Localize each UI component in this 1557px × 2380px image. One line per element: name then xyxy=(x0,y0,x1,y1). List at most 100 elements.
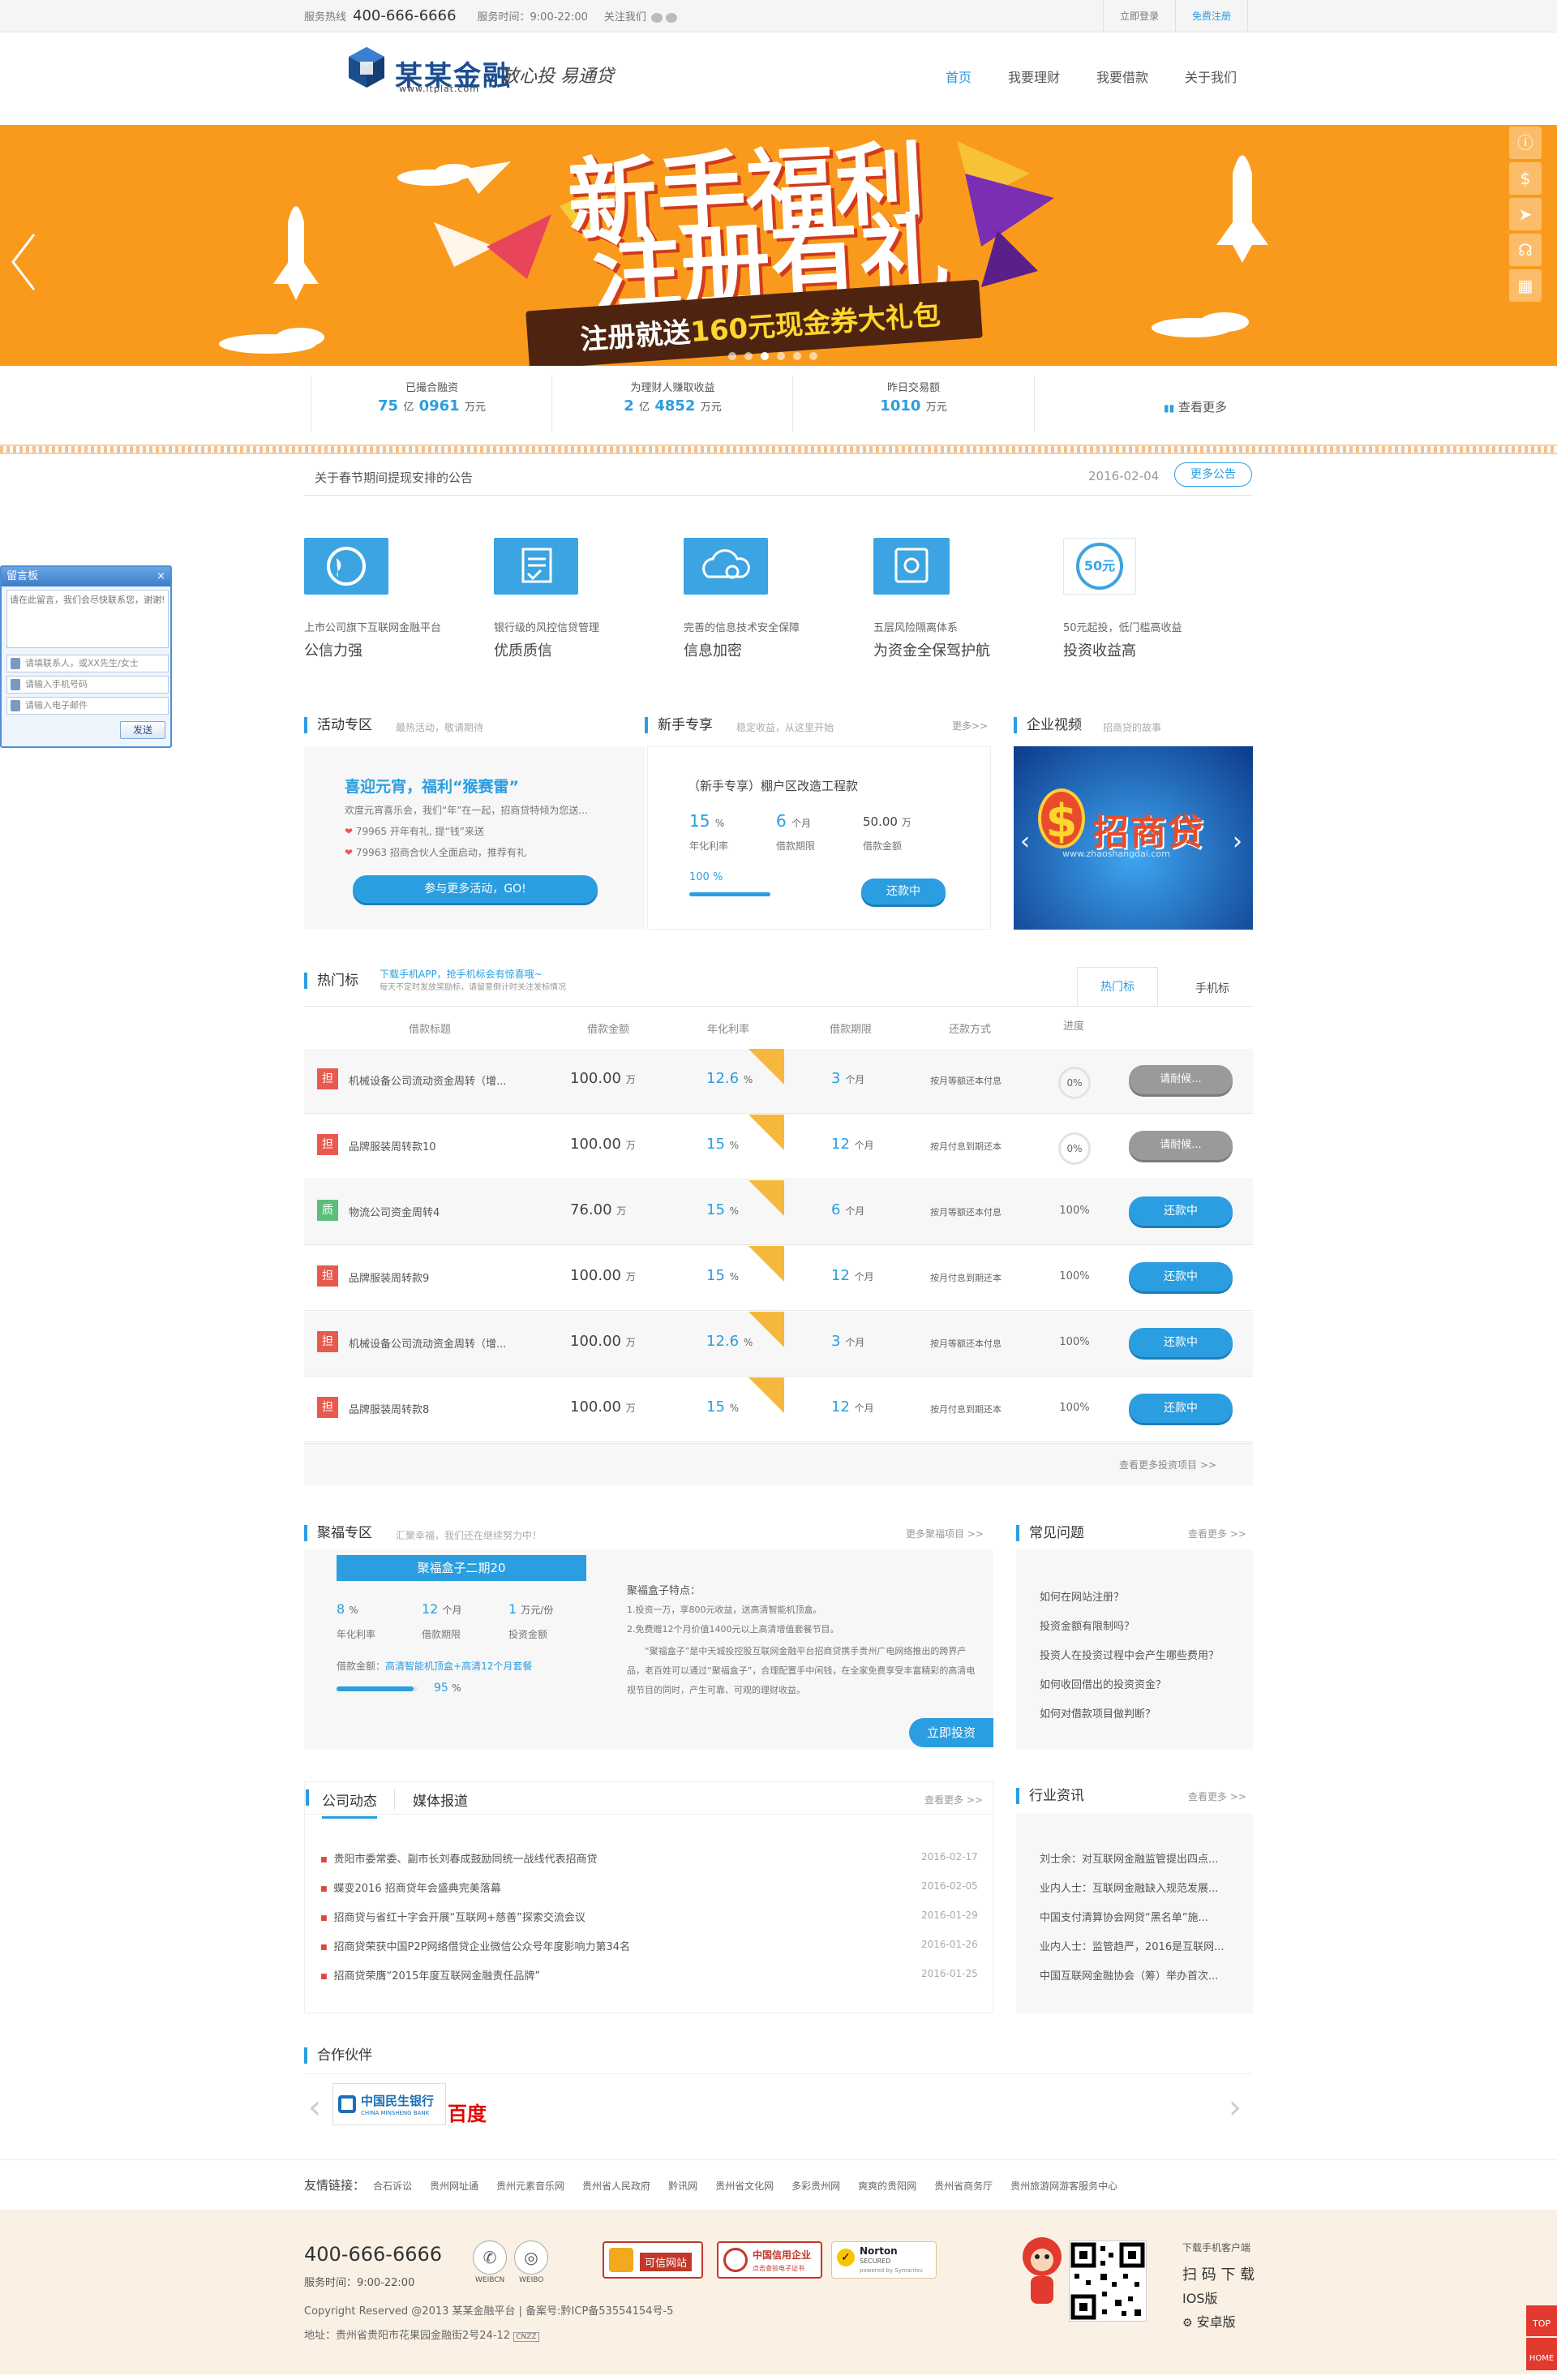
app-android-link[interactable]: ⚙ 安卓版 xyxy=(1182,2311,1236,2331)
banner-prev-arrow-icon[interactable] xyxy=(10,231,37,293)
weibo-small-icon[interactable] xyxy=(650,12,663,23)
bid-title[interactable]: 物流公司资金周转4 xyxy=(349,1204,440,1219)
back-to-top-button[interactable]: TOP xyxy=(1526,2305,1557,2336)
video-next-icon[interactable]: › xyxy=(1233,827,1242,856)
nav-borrow[interactable]: 我要借款 xyxy=(1096,67,1148,86)
faq-item[interactable]: 投资金额有限制吗？ xyxy=(1040,1617,1135,1633)
hot-more-link[interactable]: 查看更多投资项目 >> xyxy=(1119,1458,1216,1471)
tab-hot[interactable]: 热门标 xyxy=(1077,967,1158,1007)
home-button[interactable]: HOME xyxy=(1526,2338,1557,2370)
bid-title[interactable]: 机械设备公司流动资金周转（增... xyxy=(349,1072,506,1088)
industry-item[interactable]: 业内人士：监管趋严，2016是互联网... xyxy=(1040,1938,1224,1953)
send-button[interactable]: 发送 xyxy=(120,721,165,739)
novice-project[interactable]: （新手专享）棚户区改造工程款 xyxy=(688,777,858,794)
contact-field[interactable]: 请填联系人，或XX先生/女士 xyxy=(6,655,169,672)
banner-dot-active[interactable] xyxy=(761,352,769,360)
news-more-link[interactable]: 查看更多 >> xyxy=(924,1793,983,1806)
wechat-icon[interactable]: ✆ xyxy=(473,2240,507,2275)
faq-item[interactable]: 如何在网站注册？ xyxy=(1040,1588,1124,1604)
logo-cube-icon[interactable] xyxy=(349,47,384,88)
more-notices-button[interactable]: 更多公告 xyxy=(1174,462,1252,487)
news-item[interactable]: 招商贷荣获中国P2P网络借贷企业微信公众号年度影响力第34名 xyxy=(320,1938,631,1953)
headset-icon[interactable]: ☊ xyxy=(1509,234,1542,266)
news-item[interactable]: 招商贷荣膺“2015年度互联网金融责任品牌” xyxy=(320,1967,541,1983)
bid-action-button[interactable]: 还款中 xyxy=(1129,1328,1233,1357)
faq-item[interactable]: 如何收回借出的投资资金？ xyxy=(1040,1676,1166,1691)
email-field[interactable]: 请输入电子邮件 xyxy=(6,697,169,715)
invest-now-button[interactable]: 立即投资 xyxy=(909,1718,993,1747)
banner-dot[interactable] xyxy=(777,352,785,360)
hero-banner[interactable]: 新手福利 注册有礼 注册就送160元现金券大礼包 xyxy=(0,125,1557,366)
table-row[interactable]: 质物流公司资金周转4 76.00 万 15 % 6 个月 按月等额还本付息 100% 还款中 xyxy=(304,1180,1253,1245)
friend-link[interactable]: 贵州省人民政府 xyxy=(582,2180,650,2192)
friend-link[interactable]: 黔讯网 xyxy=(668,2180,697,2192)
table-row[interactable]: 担品牌服装周转款10 100.00 万 15 % 12 个月 按月付息到期还本 0% 请耐候… xyxy=(304,1115,1253,1179)
jufu-product-banner[interactable]: 聚福盒子二期20 xyxy=(337,1555,586,1581)
hot-promo[interactable]: 下载手机APP，抢手机标会有惊喜哦~ xyxy=(380,967,543,981)
table-row[interactable]: 担品牌服装周转款8 100.00 万 15 % 12 个月 按月付息到期还本 100% 还款… xyxy=(304,1377,1253,1442)
login-link[interactable]: 立即登录 xyxy=(1103,0,1175,32)
video-player[interactable]: $ 招商贷 www.zhaoshangdai.com ‹ › xyxy=(1014,746,1253,930)
bid-action-button[interactable]: 还款中 xyxy=(1129,1196,1233,1226)
bid-action-button[interactable]: 还款中 xyxy=(1129,1262,1233,1291)
calculator-icon[interactable]: ▦ xyxy=(1509,269,1542,302)
video-prev-icon[interactable]: ‹ xyxy=(1020,827,1030,856)
bid-action-button[interactable]: 请耐候... xyxy=(1129,1131,1233,1160)
faq-more-link[interactable]: 查看更多 >> xyxy=(1188,1527,1246,1540)
banner-dot[interactable] xyxy=(728,352,736,360)
stats-more-link[interactable]: ▮▮ 查看更多 xyxy=(1164,398,1227,415)
partners-prev-icon[interactable]: ‹ xyxy=(308,2089,321,2126)
trusted-site-badge[interactable]: 可信网站 xyxy=(603,2241,703,2279)
news-item[interactable]: 贵阳市委常委、副市长刘春成鼓励同统一战线代表招商贷 xyxy=(320,1850,598,1866)
novice-more-link[interactable]: 更多>> xyxy=(952,719,988,732)
qr-code[interactable] xyxy=(1069,2240,1147,2322)
faq-item[interactable]: 如何对借款项目做判断？ xyxy=(1040,1705,1156,1721)
friend-link[interactable]: 爽爽的贵阳网 xyxy=(858,2180,916,2192)
partner-baidu[interactable]: 百度 xyxy=(448,2098,487,2126)
industry-item[interactable]: 业内人士：互联网金融缺入规范发展... xyxy=(1040,1880,1218,1895)
bid-action-button[interactable]: 还款中 xyxy=(1129,1394,1233,1423)
notice-text[interactable]: 关于春节期间提现安排的公告 xyxy=(315,469,473,486)
bid-action-button[interactable]: 请耐候... xyxy=(1129,1065,1233,1094)
friend-link[interactable]: 多彩贵州网 xyxy=(791,2180,840,2192)
table-row[interactable]: 担机械设备公司流动资金周转（增... 100.00 万 12.6 % 3 个月 按月等额… xyxy=(304,1312,1253,1377)
table-row[interactable]: 担机械设备公司流动资金周转（增... 100.00 万 12.6 % 3 个月 按月等额… xyxy=(304,1049,1253,1114)
bid-title[interactable]: 机械设备公司流动资金周转（增... xyxy=(349,1335,506,1351)
bid-title[interactable]: 品牌服装周转款9 xyxy=(349,1269,429,1285)
info-icon[interactable]: ⓘ xyxy=(1509,127,1542,159)
norton-badge[interactable]: ✓ Norton SECURED powered by Symantec xyxy=(831,2241,937,2279)
activity-go-button[interactable]: 参与更多活动，GO! xyxy=(353,875,598,903)
industry-item[interactable]: 刘士余：对互联网金融监管提出四点... xyxy=(1040,1850,1218,1866)
nav-home[interactable]: 首页 xyxy=(946,67,972,86)
cnzz-badge[interactable]: CNZZ xyxy=(513,2332,539,2342)
friend-link[interactable]: 贵州省商务厅 xyxy=(934,2180,993,2192)
friend-link[interactable]: 贵州元素音乐网 xyxy=(496,2180,564,2192)
credit-badge[interactable]: 中国信用企业 点击查验电子证书 xyxy=(717,2241,822,2279)
send-icon[interactable]: ➤ xyxy=(1509,198,1542,230)
partners-next-icon[interactable]: › xyxy=(1229,2089,1242,2126)
wechat-small-icon[interactable] xyxy=(665,12,677,23)
news-item[interactable]: 招商贷与省红十字会开展“互联网+慈善”探索交流会议 xyxy=(320,1909,585,1924)
industry-item[interactable]: 中国支付清算协会网贷“黑名单”施... xyxy=(1040,1909,1208,1924)
nav-about[interactable]: 关于我们 xyxy=(1185,67,1237,86)
tab-mobile[interactable]: 手机标 xyxy=(1172,980,1253,996)
app-ios-link[interactable]: IOS版 xyxy=(1182,2288,1217,2307)
activity-headline[interactable]: 喜迎元宵，福利“猴赛雷” xyxy=(345,775,519,797)
news-item[interactable]: 蝶变2016 招商贷年会盛典完美落幕 xyxy=(320,1880,501,1895)
table-row[interactable]: 担品牌服装周转款9 100.00 万 15 % 12 个月 按月付息到期还本 100% 还款… xyxy=(304,1246,1253,1311)
phone-field[interactable]: 请输入手机号码 xyxy=(6,676,169,694)
friend-link[interactable]: 贵州网址通 xyxy=(430,2180,478,2192)
friend-link[interactable]: 贵州旅游网游客服务中心 xyxy=(1010,2180,1117,2192)
close-icon[interactable]: × xyxy=(157,567,165,586)
banner-dot[interactable] xyxy=(744,352,753,360)
bid-title[interactable]: 品牌服装周转款10 xyxy=(349,1138,436,1153)
banner-dot[interactable] xyxy=(809,352,817,360)
industry-item[interactable]: 中国互联网金融协会（筹）举办首次... xyxy=(1040,1967,1218,1983)
register-link[interactable]: 免费注册 xyxy=(1175,0,1249,32)
novice-status-button[interactable]: 还款中 xyxy=(861,879,946,904)
message-textarea[interactable] xyxy=(6,590,169,648)
partner-minsheng[interactable]: 中国民生银行 CHINA MINSHENG BANK xyxy=(332,2083,446,2125)
faq-item[interactable]: 投资人在投资过程中会产生哪些费用？ xyxy=(1040,1647,1219,1662)
banner-dot[interactable] xyxy=(793,352,801,360)
bid-title[interactable]: 品牌服装周转款8 xyxy=(349,1401,429,1416)
